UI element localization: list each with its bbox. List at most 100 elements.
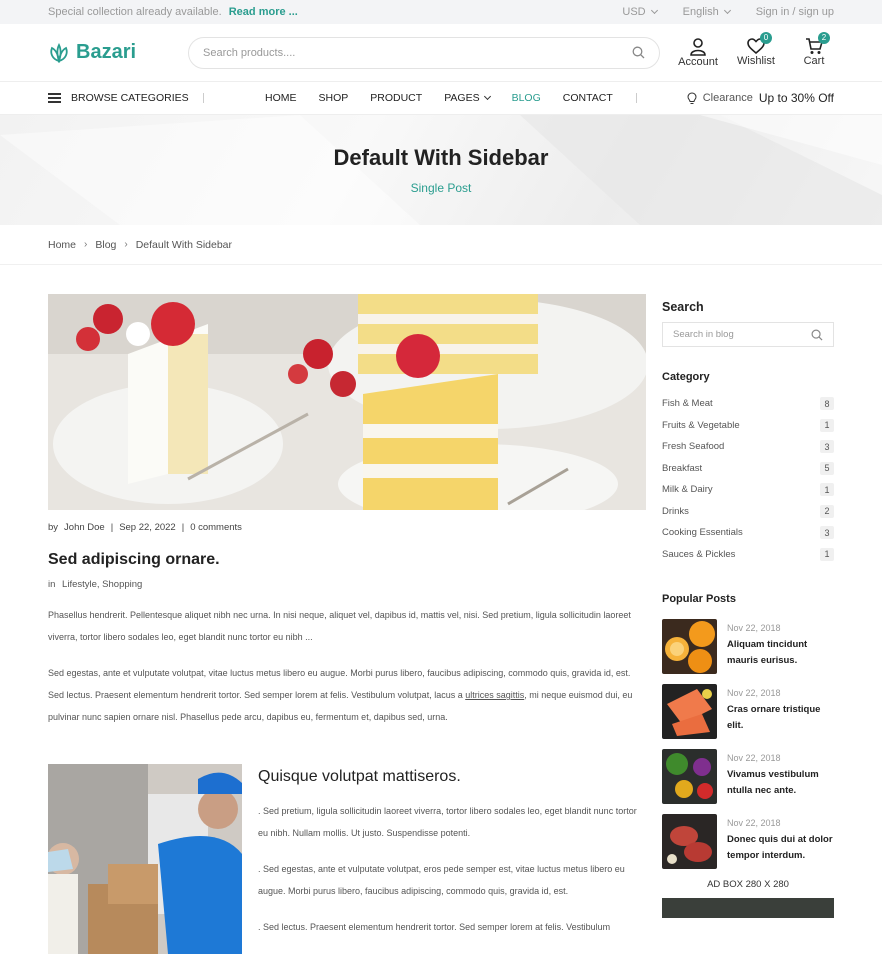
category-item[interactable]: Sauces & Pickles 1 [662, 544, 834, 566]
language-label: English [682, 6, 719, 18]
category-count: 3 [820, 526, 834, 540]
search-icon[interactable] [811, 329, 823, 341]
popular-post-thumb-vegetables[interactable] [662, 749, 717, 804]
nav-shop[interactable]: SHOP [319, 92, 349, 104]
popular-post-thumb-steak[interactable] [662, 814, 717, 869]
search-input[interactable]: Search products.... [203, 47, 295, 59]
nav-pages[interactable]: PAGES [444, 92, 491, 104]
blog-main: by John Doe | Sep 22, 2022 | 0 comments … [48, 294, 646, 954]
category-name: Cooking Essentials [662, 527, 743, 539]
nav-contact[interactable]: CONTACT [563, 92, 613, 104]
post-2-paragraph-1: . Sed pretium, ligula sollicitudin laore… [258, 806, 637, 838]
post-image-cake[interactable] [48, 294, 646, 510]
breadcrumb-blog[interactable]: Blog [95, 239, 116, 251]
main-nav: BROWSE CATEGORIES HOME SHOP PRODUCT PAGE… [0, 82, 882, 115]
nav-product[interactable]: PRODUCT [370, 92, 422, 104]
category-item[interactable]: Breakfast 5 [662, 458, 834, 480]
category-name: Milk & Dairy [662, 484, 713, 496]
meta-separator: | [181, 522, 185, 533]
category-count: 1 [820, 547, 834, 561]
browse-categories-button[interactable]: BROWSE CATEGORIES [48, 91, 203, 106]
category-name: Fish & Meat [662, 398, 713, 410]
popular-post-title[interactable]: Vivamus vestibulum ntulla nec ante. [727, 767, 834, 799]
wishlist-count-badge: 0 [760, 31, 772, 44]
post-category-links[interactable]: Lifestyle, Shopping [62, 579, 142, 590]
popular-post[interactable]: Nov 22, 2018 Aliquam tincidunt mauris eu… [662, 619, 834, 674]
post-date: Sep 22, 2022 [119, 522, 176, 533]
sign-in-link[interactable]: Sign in / sign up [756, 6, 834, 18]
popular-post[interactable]: Nov 22, 2018 Cras ornare tristique elit. [662, 684, 834, 739]
category-item[interactable]: Fruits & Vegetable 1 [662, 415, 834, 437]
wishlist-label: Wishlist [737, 54, 775, 67]
divider [635, 93, 637, 103]
ad-box-image[interactable] [662, 898, 834, 918]
logo[interactable]: Bazari [48, 41, 188, 64]
blog-search[interactable]: Search in blog [662, 322, 834, 347]
category-item[interactable]: Fish & Meat 8 [662, 393, 834, 415]
breadcrumb-home[interactable]: Home [48, 239, 76, 251]
chevron-right-icon: › [124, 239, 128, 250]
post-image-delivery[interactable] [48, 764, 242, 954]
language-selector[interactable]: English [682, 6, 731, 18]
nav-blog[interactable]: BLOG [512, 92, 541, 104]
popular-post-title[interactable]: Aliquam tincidunt mauris eurisus. [727, 637, 834, 669]
popular-post[interactable]: Nov 22, 2018 Vivamus vestibulum ntulla n… [662, 749, 834, 804]
cake-photo [48, 294, 646, 510]
category-count: 8 [820, 397, 834, 411]
post-2-paragraph-3: . Sed lectus. Praesent elementum hendrer… [258, 922, 611, 932]
category-count: 3 [820, 440, 834, 454]
post-paragraph-2: Sed egestas, ante et vulputate volutpat,… [48, 662, 646, 728]
post-2-body: Quisque volutpat mattiseros. . Sed preti… [258, 764, 646, 954]
category-item[interactable]: Fresh Seafood 3 [662, 436, 834, 458]
popular-post-thumb-salmon[interactable] [662, 684, 717, 739]
page-title: Default With Sidebar [333, 145, 549, 170]
category-name: Fresh Seafood [662, 441, 725, 453]
category-name: Sauces & Pickles [662, 548, 736, 560]
category-name: Breakfast [662, 462, 703, 474]
chevron-right-icon: › [84, 239, 88, 250]
site-header: Bazari Search products.... Account 0 Wis… [0, 24, 882, 82]
popular-post-date: Nov 22, 2018 [727, 688, 781, 698]
currency-selector[interactable]: USD [622, 6, 658, 18]
cart-label: Cart [803, 54, 825, 67]
post-author[interactable]: John Doe [64, 522, 105, 533]
read-more-link[interactable]: Read more ... [229, 6, 298, 18]
wishlist-button[interactable]: 0 Wishlist [736, 31, 776, 68]
ultrices-sagittis-link[interactable]: ultrices sagittis [465, 690, 524, 700]
chevron-down-icon [723, 6, 731, 15]
popular-posts-list: Nov 22, 2018 Aliquam tincidunt mauris eu… [662, 619, 834, 869]
popular-post[interactable]: Nov 22, 2018 Donec quis dui at dolor tem… [662, 814, 834, 869]
delivery-photo [48, 764, 242, 954]
cart-button[interactable]: 2 Cart [794, 31, 834, 68]
browse-label: BROWSE CATEGORIES [71, 92, 189, 104]
breadcrumb: Home › Blog › Default With Sidebar [0, 225, 882, 265]
logo-text: Bazari [76, 41, 137, 63]
blog-search-input[interactable]: Search in blog [673, 329, 734, 340]
category-item[interactable]: Cooking Essentials 3 [662, 522, 834, 544]
account-button[interactable]: Account [678, 37, 718, 68]
category-item[interactable]: Milk & Dairy 1 [662, 479, 834, 501]
post-title[interactable]: Sed adipiscing ornare. [48, 551, 646, 569]
menu-icon [48, 91, 61, 106]
breadcrumb-current: Default With Sidebar [135, 238, 233, 251]
popular-post-thumb-oranges[interactable] [662, 619, 717, 674]
category-item[interactable]: Drinks 2 [662, 501, 834, 523]
post-comments[interactable]: 0 comments [190, 522, 242, 533]
popular-post-title[interactable]: Cras ornare tristique elit. [727, 702, 834, 734]
cart-count-badge: 2 [818, 31, 830, 44]
search-icon[interactable] [632, 46, 645, 59]
popular-post-date: Nov 22, 2018 [727, 818, 781, 828]
leaf-logo-icon [50, 42, 68, 63]
nav-home[interactable]: HOME [265, 92, 297, 104]
post-categories: in Lifestyle, Shopping [48, 579, 646, 590]
clearance-offer: Up to 30% Off [758, 91, 834, 105]
popular-post-title[interactable]: Donec quis dui at dolor tempor interdum. [727, 832, 834, 864]
post-2-title[interactable]: Quisque volutpat mattiseros. [258, 768, 646, 786]
chevron-down-icon [650, 6, 658, 15]
clearance-promo[interactable]: Clearance Up to 30% Off [635, 91, 834, 105]
post-meta: by John Doe | Sep 22, 2022 | 0 comments [48, 522, 646, 533]
category-count: 1 [820, 418, 834, 432]
sidebar-search-title: Search [662, 300, 704, 314]
nav-pages-label: PAGES [444, 92, 480, 104]
product-search[interactable]: Search products.... [188, 36, 660, 69]
